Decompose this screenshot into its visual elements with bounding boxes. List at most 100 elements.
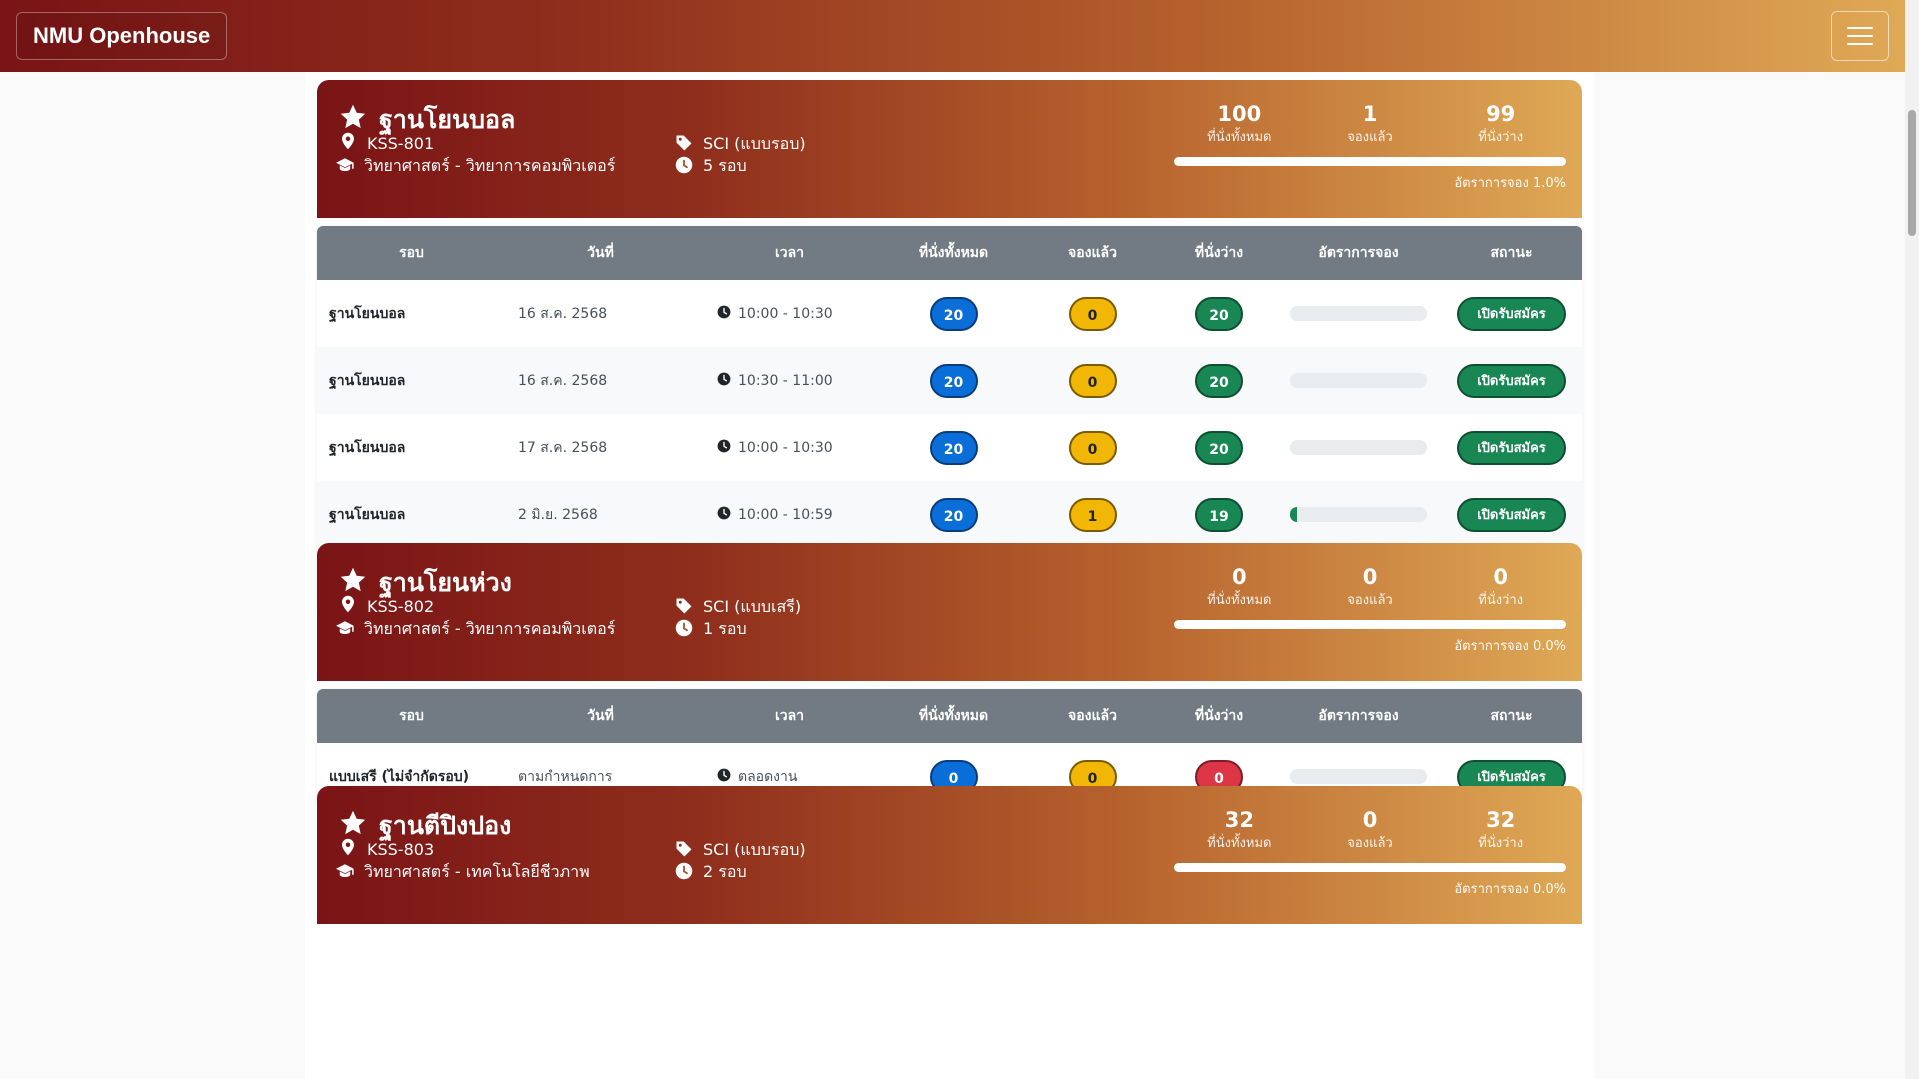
round-date: 2 มิ.ย. 2568 [518,506,598,523]
round-time: ตลอดงาน [695,766,884,788]
column-header: วันที่ [587,245,614,261]
table-row: ฐานโยนบอล 2 มิ.ย. 2568 10:00 - 10:59 20 … [317,481,1582,548]
column-header: ที่นั่งว่าง [1194,708,1244,724]
stat-progress-bar [1174,620,1566,629]
stat-booked: 1 จองแล้ว [1347,102,1393,145]
available-badge: 19 [1195,497,1243,532]
stat-progress-bar [1174,863,1566,872]
column-header: อัตราการจอง [1318,245,1399,261]
available-badge: 20 [1195,430,1243,465]
event-card: ฐานโยนห่วง KSS-802 วิทยาศาสตร์ - วิทยากา… [317,543,1582,810]
clock-icon [717,768,731,786]
graduation-cap-icon [336,156,354,178]
clock-icon [717,305,731,323]
event-header: ฐานตีปิงปอง KSS-803 วิทยาศาสตร์ - เทคโนโ… [317,786,1582,924]
open-registration-button[interactable]: เปิดรับสมัคร [1457,430,1566,465]
stat-available: 0 ที่นั่งว่าง [1478,565,1524,608]
available-badge: 20 [1195,363,1243,398]
booked-badge: 0 [1068,430,1117,465]
page-scrollbar[interactable] [1905,0,1919,1079]
column-header: จองแล้ว [1068,708,1117,724]
event-room: KSS-801 [339,132,434,154]
booking-rate-bar [1290,507,1427,522]
event-stats: 32 ที่นั่งทั้งหมด 0 จองแล้ว 32 ที่นั่งว่าง … [1174,808,1566,899]
scrollbar-thumb[interactable] [1908,110,1916,236]
column-header: รอบ [399,708,424,724]
clock-icon [675,156,693,178]
round-time: 10:30 - 11:00 [695,372,884,390]
round-name: แบบเสรี (ไม่จำกัดรอบ) [329,768,470,785]
graduation-cap-icon [336,862,354,884]
total-seats-badge: 20 [929,363,978,398]
stat-rate: อัตราการจอง 0.0% [1454,639,1566,654]
open-registration-button[interactable]: เปิดรับสมัคร [1457,363,1566,398]
column-header: รอบ [399,245,424,261]
stat-progress-bar [1174,157,1566,166]
location-pin-icon [339,132,357,154]
event-room: KSS-803 [339,838,434,860]
column-header: ที่นั่งทั้งหมด [918,708,989,724]
event-room: KSS-802 [339,595,434,617]
column-header: สถานะ [1490,708,1533,724]
round-name: ฐานโยนบอล [329,439,406,456]
round-time: 10:00 - 10:30 [695,439,884,457]
booking-rate-fill [1290,507,1297,522]
event-faculty: วิทยาศาสตร์ - วิทยาการคอมพิวเตอร์ [336,617,615,642]
column-header: เวลา [774,245,805,261]
round-time: 10:00 - 10:30 [695,305,884,323]
booking-rate-bar [1290,769,1427,784]
clock-icon [717,372,731,390]
table-header: รอบ วันที่ เวลา ที่นั่งทั้งหมด จองแล้ว ที่นั่… [317,226,1582,280]
column-header: ที่นั่งทั้งหมด [918,245,989,261]
column-header: จองแล้ว [1068,245,1117,261]
booked-badge: 0 [1068,363,1117,398]
event-faculty: วิทยาศาสตร์ - เทคโนโลยีชีวภาพ [336,860,590,885]
table-row: ฐานโยนบอล 17 ส.ค. 2568 10:00 - 10:30 20 … [317,414,1582,481]
table-header: รอบ วันที่ เวลา ที่นั่งทั้งหมด จองแล้ว ที่นั่… [317,689,1582,743]
round-date: 16 ส.ค. 2568 [518,372,608,389]
event-card: ฐานโยนบอล KSS-801 วิทยาศาสตร์ - วิทยาการ… [317,80,1582,615]
stat-total: 0 ที่นั่งทั้งหมด [1207,565,1272,608]
event-faculty: วิทยาศาสตร์ - วิทยาการคอมพิวเตอร์ [336,154,615,179]
column-header: วันที่ [587,708,614,724]
main-content: ฐานโยนบอล KSS-801 วิทยาศาสตร์ - วิทยาการ… [305,72,1594,1079]
stat-available: 32 ที่นั่งว่าง [1478,808,1524,851]
clock-icon [675,862,693,884]
event-card: ฐานตีปิงปอง KSS-803 วิทยาศาสตร์ - เทคโนโ… [317,786,1582,924]
available-badge: 20 [1195,296,1243,331]
event-header: ฐานโยนห่วง KSS-802 วิทยาศาสตร์ - วิทยากา… [317,543,1582,681]
event-stats: 100 ที่นั่งทั้งหมด 1 จองแล้ว 99 ที่นั่งว่าง… [1174,102,1566,193]
column-header: ที่นั่งว่าง [1194,245,1244,261]
booking-rate-bar [1290,306,1427,321]
clock-icon [717,506,731,524]
menu-toggle-button[interactable] [1831,11,1889,61]
stat-total: 100 ที่นั่งทั้งหมด [1207,102,1272,145]
event-rounds: 2 รอบ [675,860,747,885]
stat-booked: 0 จองแล้ว [1347,565,1393,608]
open-registration-button[interactable]: เปิดรับสมัคร [1457,296,1566,331]
column-header: อัตราการจอง [1318,708,1399,724]
open-registration-button[interactable]: เปิดรับสมัคร [1457,497,1566,532]
booked-badge: 1 [1068,497,1117,532]
event-rounds: 5 รอบ [675,154,747,179]
round-date: 17 ส.ค. 2568 [518,439,608,456]
location-pin-icon [339,595,357,617]
brand-logo[interactable]: NMU Openhouse [16,12,228,60]
stat-rate: อัตราการจอง 1.0% [1454,176,1566,191]
location-pin-icon [339,838,357,860]
round-time: 10:00 - 10:59 [695,506,884,524]
stat-booked: 0 จองแล้ว [1347,808,1393,851]
navbar: NMU Openhouse [0,0,1905,72]
clock-icon [675,619,693,641]
booking-rate-bar [1290,440,1427,455]
clock-icon [717,439,731,457]
event-header: ฐานโยนบอล KSS-801 วิทยาศาสตร์ - วิทยาการ… [317,80,1582,218]
booked-badge: 0 [1068,296,1117,331]
round-date: ตามกำหนดการ [518,768,613,785]
stat-available: 99 ที่นั่งว่าง [1478,102,1524,145]
graduation-cap-icon [336,619,354,641]
table-row: ฐานโยนบอล 16 ส.ค. 2568 10:00 - 10:30 20 … [317,280,1582,347]
round-name: ฐานโยนบอล [329,372,406,389]
tag-icon [675,840,693,862]
round-name: ฐานโยนบอล [329,305,406,322]
